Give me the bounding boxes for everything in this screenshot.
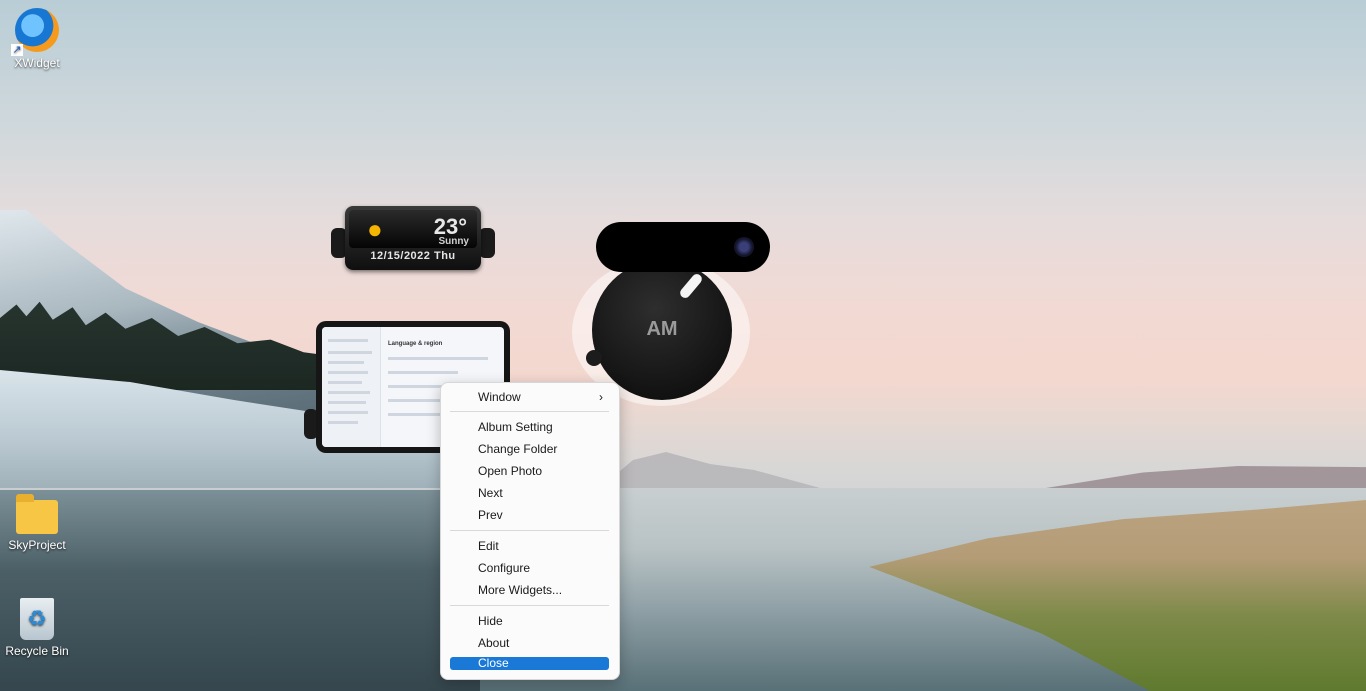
weather-screen: ● 23° Sunny bbox=[349, 210, 477, 248]
preview-title: Language & region bbox=[388, 341, 443, 347]
weather-condition: Sunny bbox=[438, 236, 469, 247]
preview-line bbox=[328, 411, 368, 414]
folder-icon bbox=[16, 494, 58, 534]
menu-item-label: Close bbox=[478, 656, 509, 670]
menu-item-about[interactable]: About bbox=[450, 634, 609, 652]
preview-line bbox=[328, 351, 372, 354]
menu-item-label: Album Setting bbox=[478, 420, 553, 434]
menu-item-album-setting[interactable]: Album Setting bbox=[450, 418, 609, 436]
redacted-camera-widget bbox=[596, 222, 770, 272]
widget-knob-right bbox=[479, 228, 495, 258]
preview-line bbox=[328, 371, 368, 374]
menu-item-next[interactable]: Next bbox=[450, 484, 609, 502]
menu-item-more-widgets[interactable]: More Widgets... bbox=[450, 581, 609, 599]
menu-item-label: Open Photo bbox=[478, 464, 543, 478]
menu-separator bbox=[450, 411, 609, 412]
menu-item-open-photo[interactable]: Open Photo bbox=[450, 462, 609, 480]
preview-line bbox=[388, 357, 488, 360]
wallpaper-far-hills bbox=[600, 452, 820, 488]
weather-widget-body: ● 23° Sunny 12/15/2022 Thu bbox=[345, 206, 481, 270]
menu-separator bbox=[450, 605, 609, 606]
xwidget-icon bbox=[11, 8, 59, 56]
menu-item-label: Window bbox=[478, 390, 521, 404]
chevron-right-icon: › bbox=[599, 390, 603, 404]
preview-line bbox=[328, 361, 364, 364]
desktop-icon-recycle-bin[interactable]: ♻ Recycle Bin bbox=[0, 598, 77, 658]
menu-separator bbox=[450, 530, 609, 531]
camera-lens-icon bbox=[734, 237, 754, 257]
weather-widget[interactable]: ● 23° Sunny 12/15/2022 Thu bbox=[331, 206, 495, 270]
clock-period: AM bbox=[646, 318, 678, 340]
menu-item-change-folder[interactable]: Change Folder bbox=[450, 440, 609, 458]
menu-item-configure[interactable]: Configure bbox=[450, 559, 609, 577]
clock-widget[interactable]: AM bbox=[592, 260, 732, 400]
clock-knob bbox=[586, 350, 602, 366]
preview-sidebar bbox=[322, 327, 381, 447]
menu-item-close[interactable]: Close bbox=[450, 657, 609, 670]
menu-item-label: Change Folder bbox=[478, 442, 558, 456]
preview-line bbox=[328, 381, 362, 384]
menu-item-label: More Widgets... bbox=[478, 583, 563, 597]
preview-line bbox=[388, 371, 458, 374]
context-menu: Window › Album Setting Change Folder Ope… bbox=[440, 382, 620, 680]
desktop-icon-label: Recycle Bin bbox=[5, 644, 69, 658]
recycle-bin-icon: ♻ bbox=[20, 598, 54, 640]
desktop-icon-label: XWidget bbox=[14, 56, 60, 70]
preview-line bbox=[328, 339, 368, 342]
menu-item-label: Hide bbox=[478, 614, 503, 628]
menu-item-hide[interactable]: Hide bbox=[450, 612, 609, 630]
menu-item-label: Prev bbox=[478, 508, 503, 522]
wallpaper-far-ridge bbox=[1046, 466, 1366, 488]
desktop-icon-xwidget[interactable]: XWidget bbox=[0, 8, 77, 70]
sun-icon: ● bbox=[367, 214, 383, 244]
menu-item-window[interactable]: Window › bbox=[450, 388, 609, 406]
preview-line bbox=[328, 421, 358, 424]
menu-item-label: Configure bbox=[478, 561, 531, 575]
desktop-icon-skyproject[interactable]: SkyProject bbox=[0, 494, 77, 552]
menu-item-label: Edit bbox=[478, 539, 499, 553]
menu-item-edit[interactable]: Edit bbox=[450, 537, 609, 555]
desktop-icon-label: SkyProject bbox=[8, 538, 66, 552]
menu-item-prev[interactable]: Prev bbox=[450, 506, 609, 524]
preview-line bbox=[328, 401, 366, 404]
preview-line bbox=[328, 391, 370, 394]
menu-item-label: About bbox=[478, 636, 510, 650]
menu-item-label: Next bbox=[478, 486, 503, 500]
weather-date: 12/15/2022 Thu bbox=[370, 250, 456, 262]
preview-line bbox=[388, 399, 448, 402]
